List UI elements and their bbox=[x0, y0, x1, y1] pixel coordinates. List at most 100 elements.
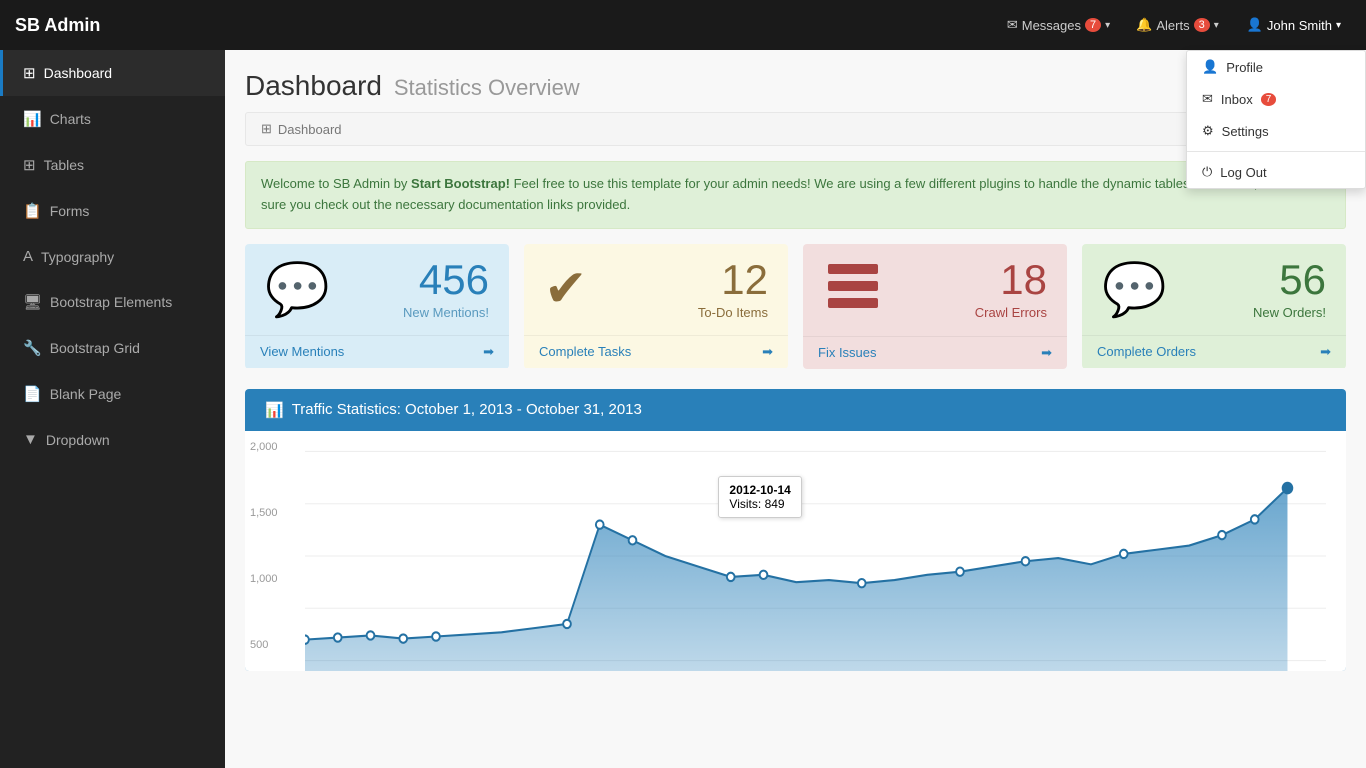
mentions-footer[interactable]: View Mentions ➡ bbox=[245, 335, 509, 368]
user-caret: ▾ bbox=[1336, 20, 1341, 31]
inbox-label: Inbox bbox=[1221, 92, 1253, 107]
alerts-button[interactable]: 🔔 Alerts 3 ▾ bbox=[1128, 12, 1227, 38]
card-mentions: 💬 456 New Mentions! View Mentions ➡ bbox=[245, 244, 509, 369]
user-menu-button[interactable]: 👤 John Smith ▾ bbox=[1237, 12, 1351, 38]
sidebar-label-bootstrap-elements: Bootstrap Elements bbox=[50, 294, 172, 310]
envelope-icon: ✉ bbox=[1007, 17, 1018, 33]
orders-label: New Orders! bbox=[1253, 305, 1326, 320]
traffic-chart-svg bbox=[265, 441, 1326, 671]
orders-footer-icon: ➡ bbox=[1320, 344, 1331, 360]
messages-button[interactable]: ✉ Messages 7 ▾ bbox=[999, 12, 1118, 38]
y-label-2000: 2,000 bbox=[250, 441, 278, 453]
todos-footer[interactable]: Complete Tasks ➡ bbox=[524, 335, 788, 368]
user-icon: 👤 bbox=[1247, 17, 1263, 33]
todos-label: To-Do Items bbox=[698, 305, 768, 320]
alert-banner: Welcome to SB Admin by Start Bootstrap! … bbox=[245, 161, 1346, 229]
card-todos-top: ✔ 12 To-Do Items bbox=[524, 244, 788, 335]
y-label-1500: 1,500 bbox=[250, 507, 278, 519]
page-title: Dashboard bbox=[245, 70, 382, 101]
todos-number: 12 bbox=[698, 259, 768, 301]
list-icon bbox=[823, 259, 883, 321]
sidebar: ⊞ Dashboard 📊 Charts ⊞ Tables 📋 Forms A … bbox=[0, 50, 225, 768]
errors-footer-label: Fix Issues bbox=[818, 345, 877, 360]
sidebar-item-dropdown[interactable]: ▼ Dropdown bbox=[0, 417, 225, 462]
user-dropdown: 👤 Profile ✉ Inbox 7 ⚙ Settings ⏻ Log Out bbox=[1186, 50, 1366, 189]
card-errors-top: 18 Crawl Errors bbox=[803, 244, 1067, 336]
user-name-label: John Smith bbox=[1267, 18, 1332, 33]
dashboard-icon: ⊞ bbox=[23, 64, 36, 82]
chart-header: 📊 Traffic Statistics: October 1, 2013 - … bbox=[245, 389, 1346, 431]
navbar: SB Admin ✉ Messages 7 ▾ 🔔 Alerts 3 ▾ 👤 J… bbox=[0, 0, 1366, 50]
sidebar-item-blank-page[interactable]: 📄 Blank Page bbox=[0, 371, 225, 417]
profile-label: Profile bbox=[1226, 60, 1263, 75]
sidebar-item-dashboard[interactable]: ⊞ Dashboard bbox=[0, 50, 225, 96]
card-errors-info: 18 Crawl Errors bbox=[975, 259, 1047, 320]
stats-cards: 💬 456 New Mentions! View Mentions ➡ ✔ 12… bbox=[245, 244, 1346, 369]
logout-menu-item[interactable]: ⏻ Log Out bbox=[1187, 156, 1365, 188]
chart-header-icon: 📊 bbox=[265, 401, 284, 419]
profile-icon: 👤 bbox=[1202, 59, 1218, 75]
card-mentions-info: 456 New Mentions! bbox=[403, 259, 489, 320]
brand-label: SB Admin bbox=[15, 15, 100, 36]
card-todos: ✔ 12 To-Do Items Complete Tasks ➡ bbox=[524, 244, 788, 369]
y-label-500: 500 bbox=[250, 639, 278, 651]
sidebar-label-dashboard: Dashboard bbox=[44, 65, 113, 81]
alerts-badge: 3 bbox=[1194, 18, 1210, 32]
mentions-number: 456 bbox=[403, 259, 489, 301]
sidebar-item-bootstrap-grid[interactable]: 🔧 Bootstrap Grid bbox=[0, 325, 225, 371]
chart-header-title: Traffic Statistics: October 1, 2013 - Oc… bbox=[292, 401, 642, 418]
sidebar-item-typography[interactable]: A Typography bbox=[0, 234, 225, 279]
page-subtitle: Statistics Overview bbox=[394, 75, 580, 100]
inbox-badge: 7 bbox=[1261, 93, 1277, 106]
mentions-footer-label: View Mentions bbox=[260, 344, 344, 359]
alerts-caret: ▾ bbox=[1214, 20, 1219, 31]
breadcrumb-label: Dashboard bbox=[278, 122, 342, 137]
profile-menu-item[interactable]: 👤 Profile bbox=[1187, 51, 1365, 83]
sidebar-label-typography: Typography bbox=[41, 249, 114, 265]
card-mentions-top: 💬 456 New Mentions! bbox=[245, 244, 509, 335]
orders-footer[interactable]: Complete Orders ➡ bbox=[1082, 335, 1346, 368]
sidebar-item-tables[interactable]: ⊞ Tables bbox=[0, 142, 225, 188]
gear-icon: ⚙ bbox=[1202, 123, 1214, 139]
sidebar-label-charts: Charts bbox=[50, 111, 91, 127]
dropdown-divider bbox=[1187, 151, 1365, 152]
errors-footer-icon: ➡ bbox=[1041, 345, 1052, 361]
traffic-chart-panel: 📊 Traffic Statistics: October 1, 2013 - … bbox=[245, 389, 1346, 671]
orders-chat-icon: 💬 bbox=[1102, 259, 1167, 320]
card-orders-info: 56 New Orders! bbox=[1253, 259, 1326, 320]
elements-icon: 🖥 bbox=[23, 293, 42, 311]
orders-footer-label: Complete Orders bbox=[1097, 344, 1196, 359]
alerts-label: Alerts bbox=[1156, 18, 1189, 33]
sidebar-item-bootstrap-elements[interactable]: 🖥 Bootstrap Elements bbox=[0, 279, 225, 325]
page-header: Dashboard Statistics Overview bbox=[245, 70, 1346, 102]
y-label-1000: 1,000 bbox=[250, 573, 278, 585]
card-orders: 💬 56 New Orders! Complete Orders ➡ bbox=[1082, 244, 1346, 369]
card-errors: 18 Crawl Errors Fix Issues ➡ bbox=[803, 244, 1067, 369]
card-orders-top: 💬 56 New Orders! bbox=[1082, 244, 1346, 335]
messages-label: Messages bbox=[1022, 18, 1081, 33]
errors-footer[interactable]: Fix Issues ➡ bbox=[803, 336, 1067, 369]
typography-icon: A bbox=[23, 248, 33, 265]
page-icon: 📄 bbox=[23, 385, 42, 403]
errors-label: Crawl Errors bbox=[975, 305, 1047, 320]
mentions-footer-icon: ➡ bbox=[483, 344, 494, 360]
bell-icon: 🔔 bbox=[1136, 17, 1152, 33]
charts-icon: 📊 bbox=[23, 110, 42, 128]
sidebar-label-dropdown: Dropdown bbox=[46, 432, 110, 448]
logout-label: Log Out bbox=[1220, 165, 1266, 180]
grid-icon: 🔧 bbox=[23, 339, 42, 357]
sidebar-label-tables: Tables bbox=[44, 157, 84, 173]
settings-label: Settings bbox=[1222, 124, 1269, 139]
todos-footer-icon: ➡ bbox=[762, 344, 773, 360]
sidebar-item-forms[interactable]: 📋 Forms bbox=[0, 188, 225, 234]
todos-footer-label: Complete Tasks bbox=[539, 344, 631, 359]
navbar-right: ✉ Messages 7 ▾ 🔔 Alerts 3 ▾ 👤 John Smith… bbox=[999, 12, 1351, 38]
sidebar-label-bootstrap-grid: Bootstrap Grid bbox=[50, 340, 140, 356]
inbox-menu-item[interactable]: ✉ Inbox 7 bbox=[1187, 83, 1365, 115]
settings-menu-item[interactable]: ⚙ Settings bbox=[1187, 115, 1365, 147]
sidebar-item-charts[interactable]: 📊 Charts bbox=[0, 96, 225, 142]
tables-icon: ⊞ bbox=[23, 156, 36, 174]
orders-number: 56 bbox=[1253, 259, 1326, 301]
errors-number: 18 bbox=[975, 259, 1047, 301]
messages-caret: ▾ bbox=[1105, 20, 1110, 31]
